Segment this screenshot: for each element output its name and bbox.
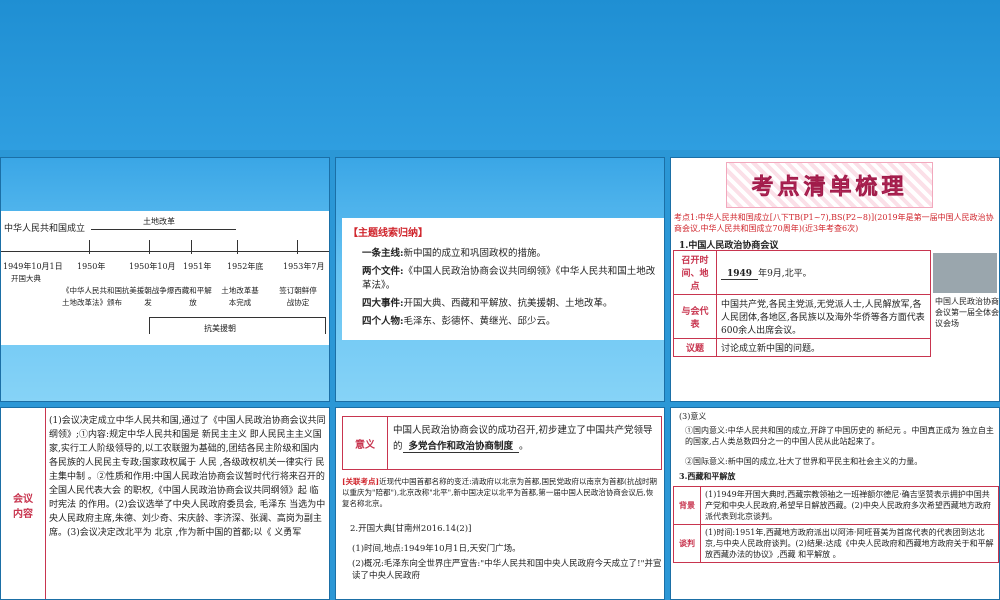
timeline-tick (191, 240, 192, 254)
sec-text: ②国际意义:新中国的成立,壮大了世界和平民主和社会主义的力量。 (685, 457, 923, 466)
summary-line: 两个文件:《中国人民政治协商会议共同纲领》《中华人民共和国土地改革法》。 (362, 266, 656, 291)
slide-thumbnail-2[interactable]: 【主题线索归纳】 一条主线:新中国的成立和巩固政权的措施。 两个文件:《中国人民… (335, 157, 665, 402)
row-value: 讨论成立新中国的问题。 (716, 338, 931, 357)
checklist-panel: 考点清单梳理 考点1:中华人民共和国成立[八下TB(P1~7),BS(P2~8)… (671, 158, 999, 401)
timeline-tick (89, 240, 90, 254)
summary-line: 四大事件:开国大典、西藏和平解放、抗美援朝、土地改革。 (362, 298, 613, 309)
timeline-event: 西藏和平解放 (174, 286, 212, 307)
row-label: 与会代表 (673, 294, 717, 339)
table-row: 背景 (1)1949年开国大典时,西藏宗教领袖之一班禅额尔德尼·确吉坚赞表示拥护… (673, 486, 999, 525)
timeline-panel: 中华人民共和国成立 土地改革 1949年10月1日 1950年 1950年10月… (1, 211, 329, 345)
timeline-event: 签订朝鲜停战协定 (279, 286, 317, 307)
table-row: 与会代表 中国共产党,各民主党派,无党派人士,人民解放军,各人民团体,各地区,各… (673, 294, 931, 339)
timeline-date: 1949年10月1日 (3, 262, 63, 271)
sec-heading: 3.西藏和平解放 (679, 471, 736, 481)
content-panel: 意义 中国人民政治协商会议的成功召开,初步建立了中国共产党领导的 多党合作和政治协… (336, 408, 664, 599)
resist-label: 抗美援朝 (204, 324, 236, 333)
content-panel: (3)意义 ①国内意义:中华人民共和国的成立,开辟了中国历史的 新纪元 。中国真… (671, 408, 999, 599)
timeline-tick (237, 240, 238, 254)
item-line: (1)时间,地点:1949年10月1日,天安门广场。 (352, 544, 521, 554)
table-row: 谈判 (1)时间:1951年,西藏地方政府派出以阿沛·阿旺晋美为首席代表的代表团… (673, 524, 999, 563)
timeline-date: 1952年底 (227, 262, 264, 271)
item-heading: 2.开国大典[甘南州2016.14(2)] (350, 524, 472, 534)
section-label: 会议内容 (13, 493, 33, 520)
timeline-founding-label: 中华人民共和国成立 (4, 224, 86, 234)
row-value: (1)1949年开国大典时,西藏宗教领袖之一班禅额尔德尼·确吉坚赞表示拥护中国共… (700, 486, 999, 525)
summary-line: 四个人物:毛泽东、彭德怀、黄继光、邱少云。 (362, 316, 556, 327)
timeline-event: 《中华人民共和国土地改革法》颁布 (62, 286, 122, 307)
checklist-banner: 考点清单梳理 (726, 162, 933, 208)
cppcc-table: 召开时间、地点 1949 年9月,北平。 与会代表 中国共产党,各民主党派,无党派… (673, 250, 931, 357)
row-value: 中国共产党,各民主党派,无党派人士,人民解放军,各人民团体,各地区,各民族以及海… (716, 294, 931, 339)
content-paragraph: (1)会议决定成立中华人民共和国,通过了《中国人民政治协商会议共同纲领》;①内容… (49, 416, 326, 538)
timeline-event: 土地改革基本完成 (221, 286, 259, 307)
timeline-event: 抗美援朝战争爆发 (121, 286, 175, 307)
item-line: (2)概况:毛泽东向全世界庄严宣告:"中华人民共和国中央人民政府今天成立了!"并… (352, 559, 662, 581)
table-row: 议题 讨论成立新中国的问题。 (673, 338, 931, 357)
row-label: 召开时间、地点 (673, 250, 717, 295)
related-note: [关联考点]近现代中国首都名称的变迁:清政府以北京为首都,国民党政府以南京为首都… (342, 477, 657, 508)
slide-thumbnail-5[interactable]: 意义 中国人民政治协商会议的成功召开,初步建立了中国共产党领导的 多党合作和政治协… (335, 407, 665, 600)
summary-panel: 【主题线索归纳】 一条主线:新中国的成立和巩固政权的措施。 两个文件:《中国人民… (342, 218, 664, 340)
significance-text: 中国人民政治协商会议的成功召开,初步建立了中国共产党领导的 多党合作和政治协商制度… (393, 425, 653, 453)
significance-box: 意义 中国人民政治协商会议的成功召开,初步建立了中国共产党领导的 多党合作和政治协… (342, 416, 662, 470)
summary-heading: 【主题线索归纳】 (348, 228, 428, 239)
timeline-tick (149, 240, 150, 254)
photo-caption: 中国人民政治协商会议第一届全体会议会场 (935, 297, 999, 328)
slide-thumbnail-1[interactable]: 中华人民共和国成立 土地改革 1949年10月1日 1950年 1950年10月… (0, 157, 330, 402)
slide-thumbnail-3[interactable]: 考点清单梳理 考点1:中华人民共和国成立[八下TB(P1~7),BS(P2~8)… (670, 157, 1000, 402)
timeline-axis (1, 251, 329, 252)
section-label-cell: 会议内容 (1, 408, 46, 599)
summary-line: 一条主线:新中国的成立和巩固政权的措施。 (362, 248, 547, 259)
tibet-table: 背景 (1)1949年开国大典时,西藏宗教领袖之一班禅额尔德尼·确吉坚赞表示拥护… (673, 486, 999, 563)
sec-heading: (3)意义 (679, 412, 707, 421)
row-value: (1)时间:1951年,西藏地方政府派出以阿沛·阿旺晋美为首席代表的代表团到达北… (700, 524, 999, 563)
table-row: 召开时间、地点 1949 年9月,北平。 (673, 250, 931, 295)
timeline-tick (297, 240, 298, 254)
resist-bracket (149, 317, 326, 334)
land-reform-label: 土地改革 (143, 217, 175, 226)
kaodian-heading: 考点1:中华人民共和国成立[八下TB(P1~7),BS(P2~8)](2019年… (674, 213, 994, 233)
sec-text: ①国内意义:中华人民共和国的成立,开辟了中国历史的 新纪元 。中国真正成为 独立… (685, 426, 994, 446)
top-band (0, 0, 1000, 150)
timeline-date: 1950年10月 (129, 262, 176, 271)
row-label: 背景 (673, 486, 701, 525)
timeline-date: 1953年7月 (283, 262, 325, 271)
row-label: 谈判 (673, 524, 701, 563)
timeline-date: 1950年 (77, 262, 106, 271)
timeline-date: 1951年 (183, 262, 212, 271)
slide-thumbnail-6[interactable]: (3)意义 ①国内意义:中华人民共和国的成立,开辟了中国历史的 新纪元 。中国真… (670, 407, 1000, 600)
land-reform-bracket (91, 229, 236, 230)
row-label: 议题 (673, 338, 717, 357)
row-value: 1949 年9月,北平。 (716, 250, 931, 295)
content-panel: 会议内容 (1)会议决定成立中华人民共和国,通过了《中国人民政治协商会议共同纲领… (1, 408, 329, 599)
timeline-event: 开国大典 (11, 274, 41, 283)
significance-label: 意义 (355, 439, 375, 451)
slide-thumbnail-4[interactable]: 会议内容 (1)会议决定成立中华人民共和国,通过了《中国人民政治协商会议共同纲领… (0, 407, 330, 600)
meeting-photo (933, 253, 997, 293)
